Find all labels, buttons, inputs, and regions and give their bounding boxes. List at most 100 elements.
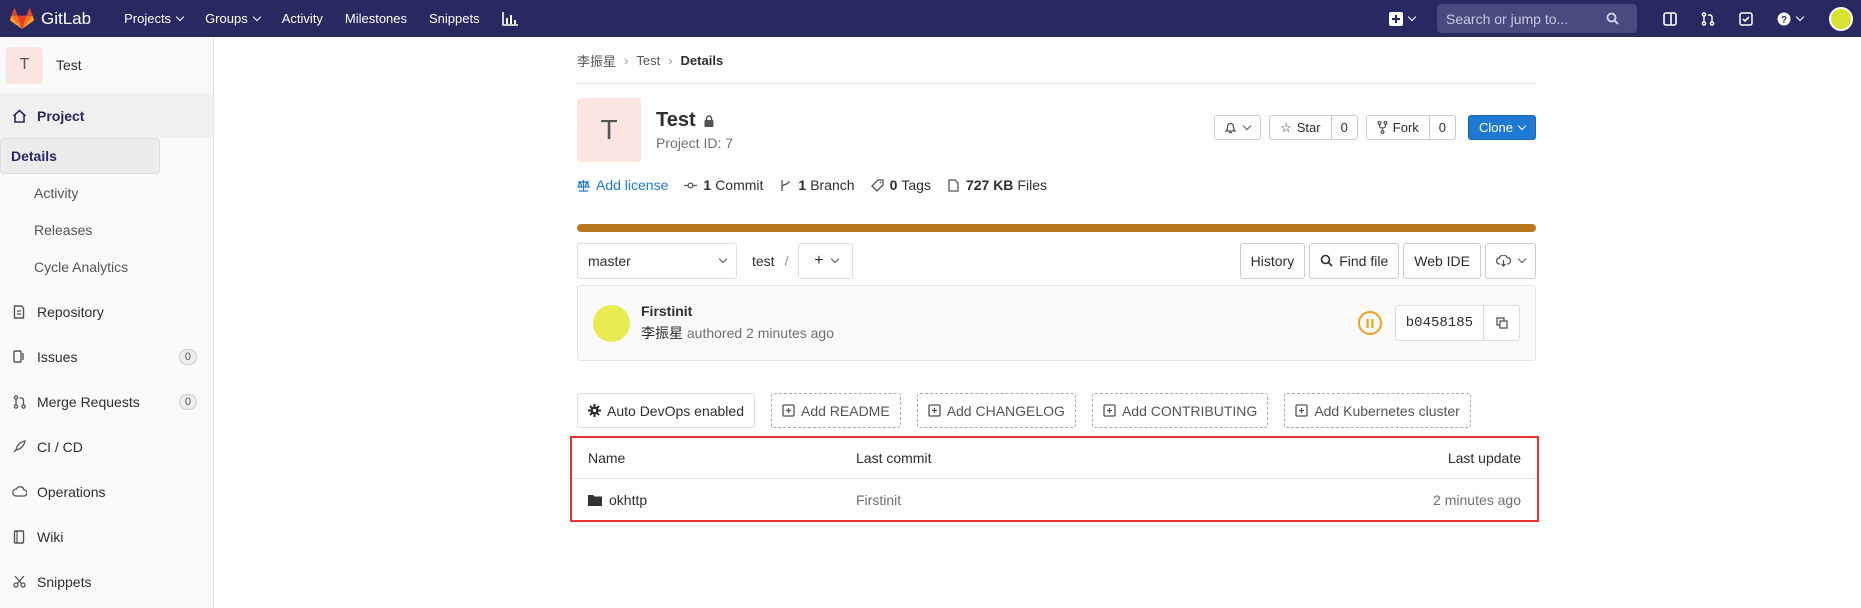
nav-projects[interactable]: Projects [113,0,194,37]
copy-sha-button[interactable] [1484,305,1520,341]
merge-requests-button[interactable] [1699,10,1717,28]
merge-request-icon [11,394,27,410]
fork-label: Fork [1392,120,1419,135]
chevron-right-icon: › [624,52,629,68]
table-row[interactable]: okhttp Firstinit 2 minutes ago [572,479,1537,520]
sidebar-item-operations[interactable]: Operations [0,469,213,514]
history-button[interactable]: History [1239,242,1306,279]
commit-author[interactable]: 李振星 [641,325,683,341]
svg-text:?: ? [1781,15,1787,26]
project-avatar-large: T [577,98,641,162]
breadcrumb-owner[interactable]: 李振星 [577,51,616,70]
pipeline-status-icon[interactable] [1357,311,1382,335]
project-title: Test [656,109,733,132]
nav-label: Snippets [429,11,480,26]
breadcrumb-project[interactable]: Test [636,53,660,68]
todos-button[interactable] [1737,10,1755,28]
scissors-icon [11,574,27,590]
commit-time: authored 2 minutes ago [686,325,834,341]
files-label: Files [1017,177,1047,193]
nav-analytics[interactable] [491,0,529,37]
project-avatar: T [6,46,43,84]
fork-count[interactable]: 0 [1429,115,1457,140]
search-icon [1606,12,1619,25]
main-nav: Projects Groups Activity Milestones Snip… [113,0,529,37]
auto-devops-button[interactable]: Auto DevOps enabled [577,393,755,428]
sidebar-item-ci-cd[interactable]: CI / CD [0,424,213,469]
add-changelog-label: Add CHANGELOG [946,402,1065,419]
sidebar-subitem-details[interactable]: Details [0,138,160,174]
new-dropdown[interactable] [1387,10,1417,28]
sidebar-subitem-activity[interactable]: Activity [0,174,213,211]
sidebar-item-snippets[interactable]: Snippets [0,559,213,604]
help-dropdown[interactable]: ? [1775,10,1805,28]
nav-milestones[interactable]: Milestones [334,0,418,37]
rocket-icon [11,439,27,455]
search-input[interactable] [1446,10,1606,27]
tree-item-name[interactable]: okhttp [588,492,856,508]
star-count[interactable]: 0 [1331,115,1358,140]
sidebar-item-label: Wiki [37,528,64,545]
user-avatar[interactable] [1829,6,1853,31]
breadcrumb-current[interactable]: Details [681,53,724,68]
sidebar-subitem-cycle-analytics[interactable]: Cycle Analytics [0,248,213,285]
add-license-link[interactable]: Add license [577,177,668,193]
find-file-button[interactable]: Find file [1309,242,1400,279]
gitlab-home-link[interactable]: GitLab [10,0,91,37]
sidebar-item-wiki[interactable]: Wiki [0,514,213,559]
tree-item-last-update: 2 minutes ago [1433,491,1521,508]
nav-snippets[interactable]: Snippets [418,0,491,37]
search-box[interactable] [1437,4,1637,33]
nav-groups[interactable]: Groups [194,0,271,37]
download-dropdown[interactable] [1485,242,1536,279]
commits-stat[interactable]: 1 Commit [684,177,763,193]
quick-actions: Auto DevOps enabled Add README Add CHANG… [577,393,1536,428]
clone-label: Clone [1479,120,1513,135]
fork-button[interactable]: Fork [1365,115,1430,140]
branches-stat[interactable]: 1 Branch [779,177,855,193]
copy-icon [1495,317,1508,329]
cloud-gear-icon [11,484,27,500]
project-title-text: Test [656,109,696,131]
nav-activity[interactable]: Activity [271,0,334,37]
sidebar-item-merge-requests[interactable]: Merge Requests 0 [0,379,213,424]
branch-selector[interactable]: master [577,242,737,279]
add-kubernetes-label: Add Kubernetes cluster [1314,402,1460,419]
files-stat[interactable]: 727 KB Files [947,177,1047,193]
clone-button[interactable]: Clone [1468,115,1536,140]
help-icon: ? [1777,12,1791,26]
web-ide-button[interactable]: Web IDE [1403,242,1481,279]
add-contributing-button[interactable]: Add CONTRIBUTING [1091,393,1269,428]
sidebar-item-label: Project [37,107,85,124]
add-readme-button[interactable]: Add README [770,393,901,428]
commit-title[interactable]: Firstinit [641,303,834,319]
star-button[interactable]: ☆ Star [1269,115,1332,140]
chevron-right-icon: › [668,52,673,68]
files-size: 727 KB [965,177,1014,193]
commit-author-avatar[interactable] [593,304,630,342]
repo-path-root[interactable]: test [752,253,775,269]
commit-sha[interactable]: b0458185 [1394,305,1484,341]
add-to-tree-dropdown[interactable]: + [798,242,854,279]
add-license-label: Add license [596,177,669,193]
file-icon [948,178,959,192]
lock-icon [704,114,714,127]
commit-icon [684,181,698,189]
tags-stat[interactable]: 0 Tags [870,177,931,193]
add-changelog-button[interactable]: Add CHANGELOG [916,393,1076,428]
sidebar-project-header[interactable]: T Test [0,37,213,93]
notification-dropdown[interactable] [1214,115,1262,140]
star-icon: ☆ [1280,119,1292,135]
sidebar-item-label: Issues [37,348,78,365]
tree-item-last-commit[interactable]: Firstinit [856,492,1433,508]
column-header-name: Name [588,450,626,466]
add-kubernetes-cluster-button[interactable]: Add Kubernetes cluster [1284,393,1471,428]
panel-icon [1663,11,1677,26]
sidebar-item-repository[interactable]: Repository [0,289,213,334]
gitlab-logo-icon [10,7,34,29]
sidebar-subitem-releases[interactable]: Releases [0,211,213,248]
breadcrumb: 李振星 › Test › Details [577,37,1536,84]
sidebar-toggle-button[interactable] [1661,10,1679,28]
sidebar-item-issues[interactable]: Issues 0 [0,334,213,379]
sidebar-item-project[interactable]: Project [0,93,213,138]
